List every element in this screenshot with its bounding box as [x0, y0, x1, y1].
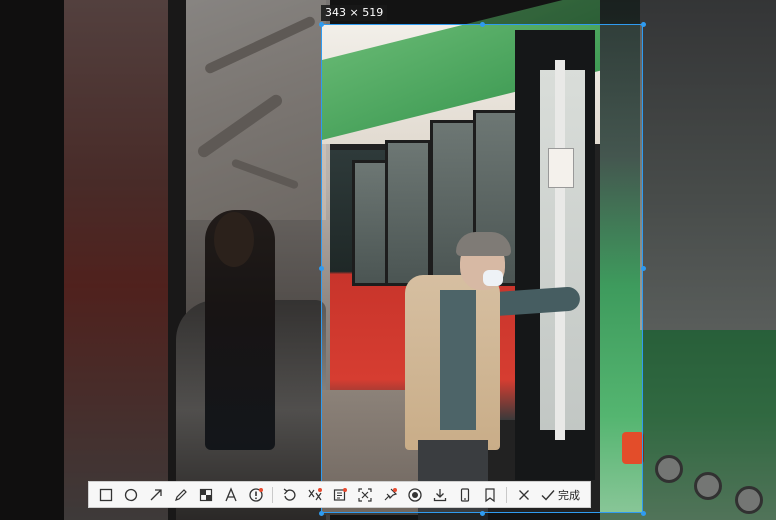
- translate-button[interactable]: [302, 484, 327, 506]
- ocr-icon: [333, 487, 347, 501]
- toolbar-divider: [506, 486, 507, 503]
- resize-handle-top-right[interactable]: [641, 22, 646, 27]
- resize-handle-bottom[interactable]: [480, 511, 485, 516]
- resize-handle-top[interactable]: [480, 22, 485, 27]
- check-icon: [541, 489, 555, 501]
- dim-overlay-right: [643, 0, 776, 520]
- selection-size-label: 343 × 519: [321, 5, 388, 21]
- done-label: 完成: [558, 488, 580, 502]
- download-button[interactable]: [427, 484, 452, 506]
- rectangle-tool-icon: [99, 488, 112, 501]
- rectangle-tool-button[interactable]: [93, 484, 118, 506]
- ocr-button[interactable]: [327, 484, 352, 506]
- ellipse-tool-button[interactable]: [118, 484, 143, 506]
- cancel-button[interactable]: [511, 484, 536, 506]
- screenshot-capture-screen: 343 × 519 完成: [0, 0, 776, 520]
- toolbar-divider: [272, 486, 273, 503]
- scroll-capture-icon: [357, 487, 372, 502]
- number-marker-tool-button[interactable]: [243, 484, 268, 506]
- capture-selection-area[interactable]: [321, 24, 643, 513]
- bookmark-icon: [484, 487, 495, 502]
- bookmark-button[interactable]: [477, 484, 502, 506]
- pen-tool-button[interactable]: [168, 484, 193, 506]
- scroll-capture-button[interactable]: [352, 484, 377, 506]
- save-to-phone-button[interactable]: [452, 484, 477, 506]
- resize-handle-top-left[interactable]: [319, 22, 324, 27]
- resize-handle-left[interactable]: [319, 266, 324, 271]
- text-tool-icon: [224, 486, 237, 501]
- annotation-toolbar: 完成: [88, 481, 591, 508]
- record-icon: [407, 487, 422, 502]
- undo-icon: [283, 487, 296, 501]
- done-button[interactable]: 完成: [536, 484, 584, 506]
- dim-overlay-left: [0, 0, 321, 520]
- resize-handle-bottom-left[interactable]: [319, 511, 324, 516]
- resize-handle-bottom-right[interactable]: [641, 511, 646, 516]
- pin-icon: [384, 487, 397, 500]
- translate-icon: [308, 487, 322, 500]
- text-tool-button[interactable]: [218, 484, 243, 506]
- number-marker-tool-icon: [248, 487, 263, 502]
- mosaic-tool-button[interactable]: [193, 484, 218, 506]
- pin-button[interactable]: [377, 484, 402, 506]
- ellipse-tool-icon: [124, 488, 137, 501]
- cancel-icon: [518, 489, 529, 500]
- undo-button[interactable]: [277, 484, 302, 506]
- save-to-phone-icon: [460, 487, 469, 502]
- pen-tool-icon: [174, 488, 187, 501]
- arrow-tool-button[interactable]: [143, 484, 168, 506]
- arrow-tool-icon: [150, 488, 162, 500]
- mosaic-tool-icon: [199, 488, 212, 501]
- record-button[interactable]: [402, 484, 427, 506]
- resize-handle-right[interactable]: [641, 266, 646, 271]
- download-icon: [433, 488, 446, 501]
